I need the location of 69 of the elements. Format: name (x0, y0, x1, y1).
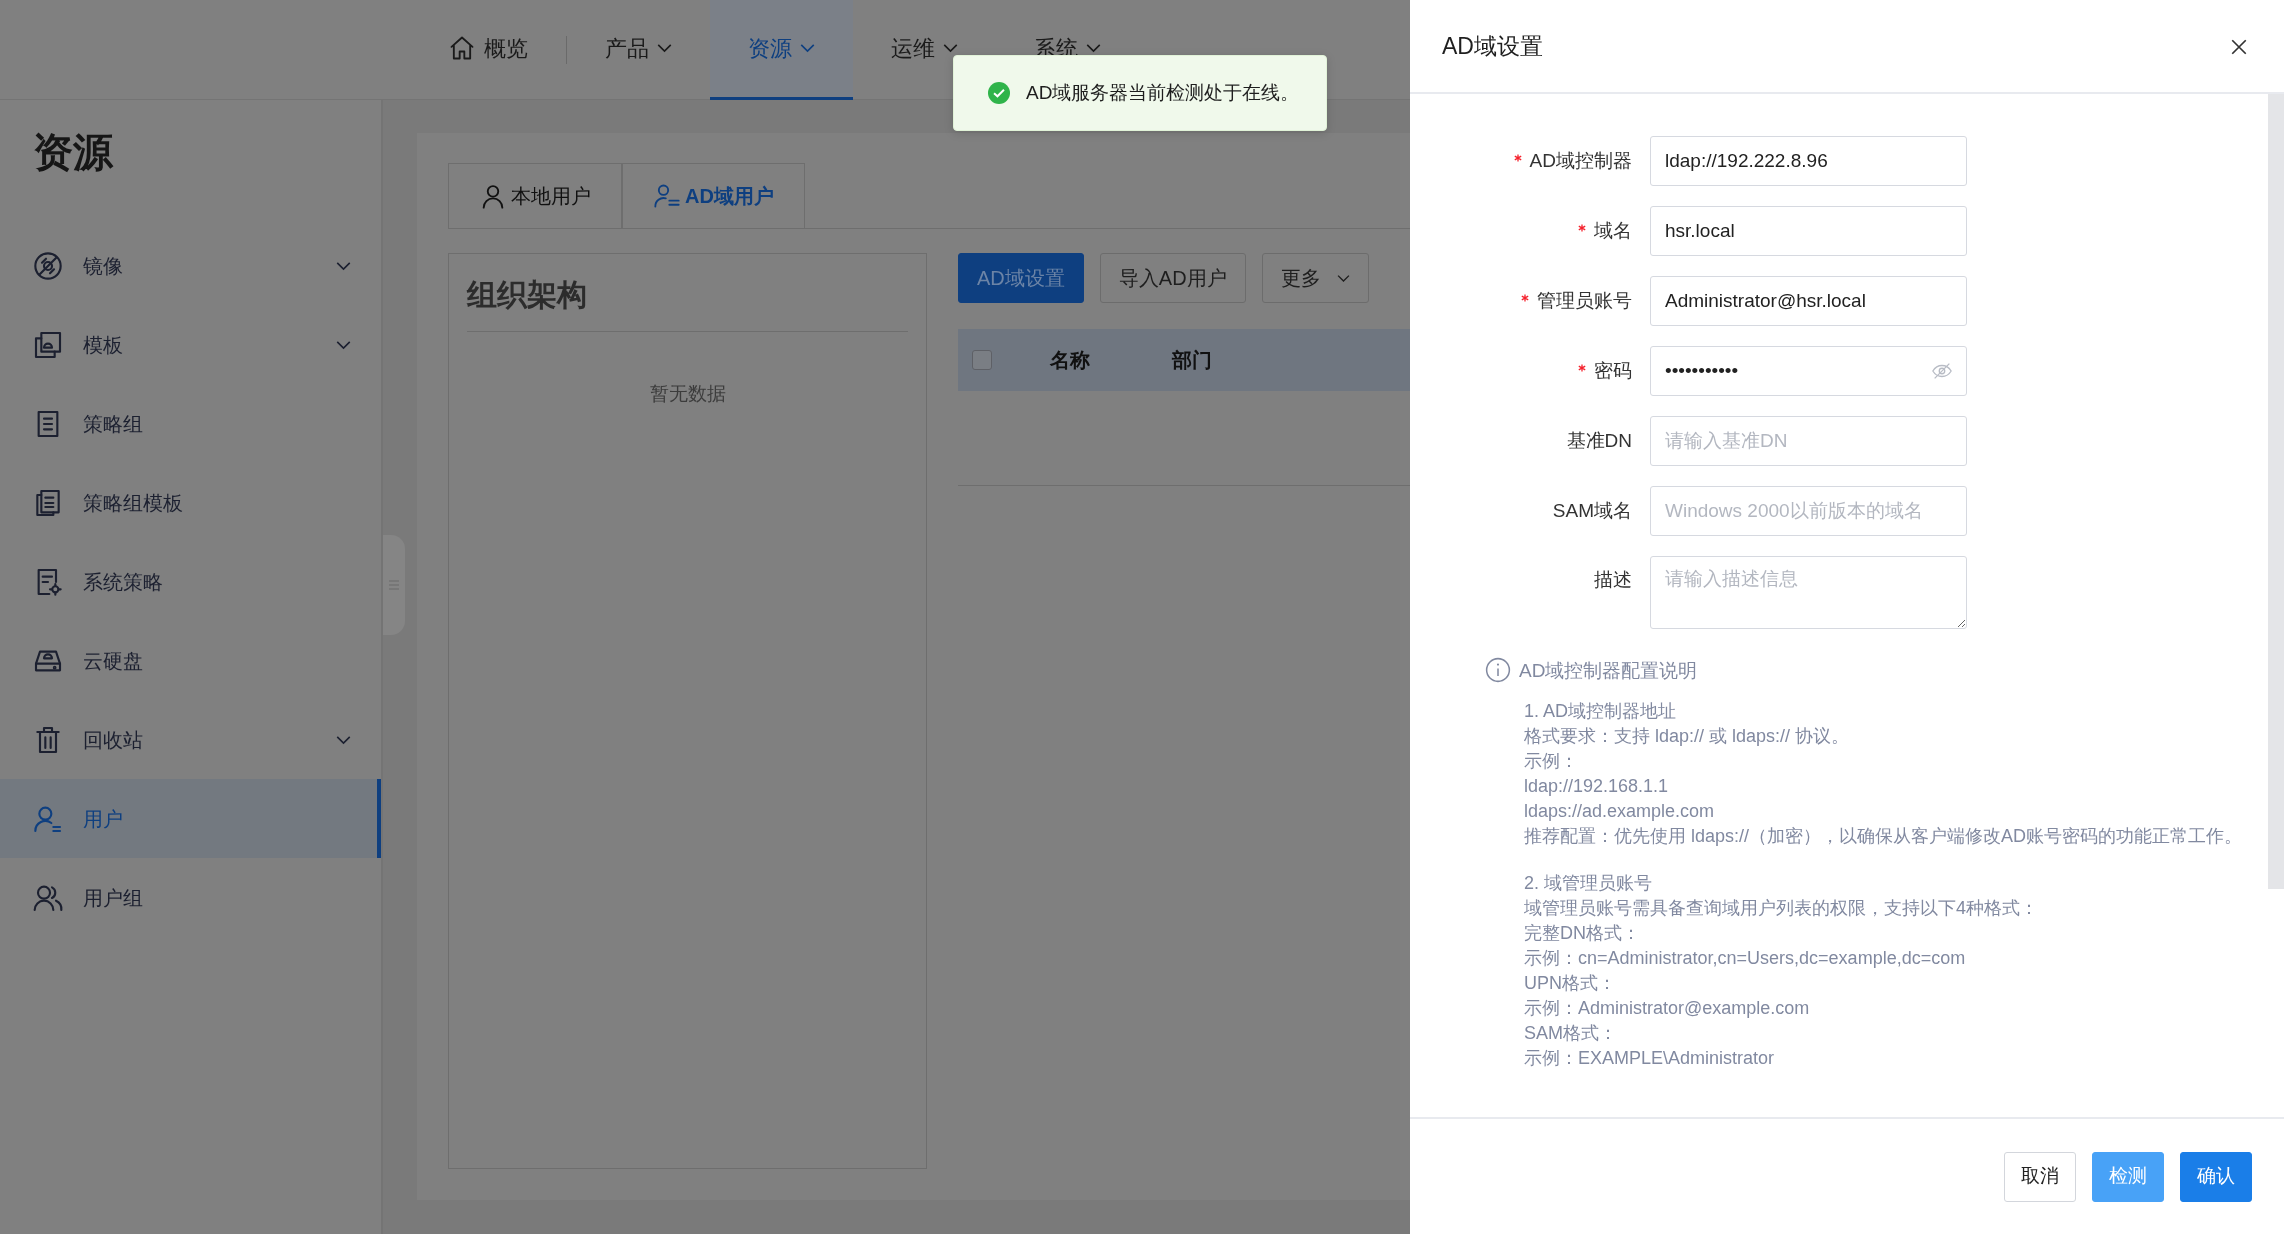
menu-icon (32, 249, 64, 282)
user-list-icon (653, 182, 681, 210)
footer-button[interactable]: 检测 (2092, 1151, 2164, 1202)
field-label: 管理员账号 (1537, 288, 1632, 313)
info-icon (1485, 657, 1511, 683)
field-label: SAM域名 (1552, 498, 1632, 523)
field-label: 域名 (1594, 218, 1632, 243)
note-line: 推荐配置：优先使用 ldaps://（加密），以确保从客户端修改AD账号密码的功能正常工作。 (1524, 825, 2244, 848)
note-line: 示例：EXAMPLE\Administrator (1524, 1047, 1776, 1070)
sidebar-item[interactable]: 回收站 (0, 700, 381, 779)
note-line: 示例：cn=Administrator,cn=Users,dc=example,dc=com (1524, 947, 1967, 970)
footer-button[interactable]: 取消 (2004, 1151, 2076, 1202)
note-line: ldaps://ad.example.com (1524, 800, 1716, 823)
toast-text: AD域服务器当前检测处于在线。 (1026, 80, 1300, 105)
note-line: 完整DN格式： (1524, 922, 1641, 945)
sidebar-item[interactable]: 系统策略 (0, 542, 381, 621)
sidebar-title: 资源 (32, 129, 115, 176)
chevron-down-icon (1336, 273, 1350, 283)
sidebar-item[interactable]: 用户 (0, 779, 381, 858)
password-field[interactable]: ••••••••••• (1650, 346, 1967, 396)
note-line: 格式要求：支持 ldap:// 或 ldaps:// 协议。 (1524, 725, 1851, 748)
chevron-down-icon (657, 43, 672, 53)
note-line: 1. AD域控制器地址 (1524, 700, 1678, 723)
panel-title: 组织架构 (467, 272, 908, 332)
user-type-tab[interactable]: AD域用户 (622, 163, 805, 228)
note-line: UPN格式： (1524, 972, 1617, 995)
field-label: 密码 (1594, 358, 1632, 383)
toolbar-button[interactable]: AD域设置 (958, 253, 1084, 303)
user-type-tab[interactable]: 本地用户 (448, 163, 622, 228)
note-line: 2. 域管理员账号 (1524, 872, 1653, 895)
toolbar-button[interactable]: 更多 (1261, 253, 1369, 303)
description-field[interactable]: 请输入描述信息 (1650, 556, 1967, 629)
close-icon (2230, 37, 2248, 56)
nav-tab[interactable]: 产品 (567, 0, 710, 100)
notes-title: AD域控制器配置说明 (1519, 658, 1698, 683)
column-header: 名称 (1050, 348, 1090, 373)
note-line: 示例： (1524, 750, 1579, 773)
sidebar-item[interactable]: 镜像 (0, 226, 381, 305)
input-field[interactable]: ldap://192.222.8.96 (1650, 136, 1967, 186)
footer-button[interactable]: 确认 (2180, 1151, 2252, 1202)
sidebar-item[interactable]: 策略组 (0, 384, 381, 463)
input-field[interactable]: Administrator@hsr.local (1650, 276, 1967, 326)
success-icon (988, 82, 1010, 104)
input-field[interactable]: hsr.local (1650, 206, 1967, 256)
field-label: AD域控制器 (1529, 148, 1632, 173)
nav-tab[interactable]: 资源 (710, 0, 853, 100)
sidebar-item[interactable]: 策略组模板 (0, 463, 381, 542)
note-line: ldap://192.168.1.1 (1524, 775, 1670, 798)
sidebar-item[interactable]: 云硬盘 (0, 621, 381, 700)
nav-tab[interactable]: 概览 (410, 0, 566, 100)
home-icon (448, 34, 476, 62)
empty-text: 暂无数据 (648, 382, 727, 406)
input-field[interactable]: 请输入基准DN (1650, 416, 1967, 466)
toolbar-button[interactable]: 导入AD用户 (1099, 253, 1246, 303)
note-line: 示例：Administrator@example.com (1524, 997, 1811, 1020)
chevron-down-icon (800, 43, 815, 53)
note-line: SAM格式： (1524, 1022, 1618, 1045)
chevron-down-icon (943, 43, 958, 53)
note-line: 域管理员账号需具备查询域用户列表的权限，支持以下4种格式： (1524, 897, 2039, 920)
column-header: 部门 (1172, 348, 1212, 373)
sidebar-item[interactable]: 用户组 (0, 858, 381, 937)
drawer-title: AD域设置 (1442, 31, 1543, 61)
select-all-checkbox[interactable] (972, 350, 992, 370)
sidebar-item[interactable]: 模板 (0, 305, 381, 384)
field-label: 基准DN (1566, 428, 1632, 453)
scrollbar[interactable] (2268, 94, 2284, 889)
input-field[interactable]: Windows 2000以前版本的域名 (1650, 486, 1967, 536)
chevron-down-icon (1086, 43, 1101, 53)
field-label: 描述 (1594, 568, 1632, 592)
